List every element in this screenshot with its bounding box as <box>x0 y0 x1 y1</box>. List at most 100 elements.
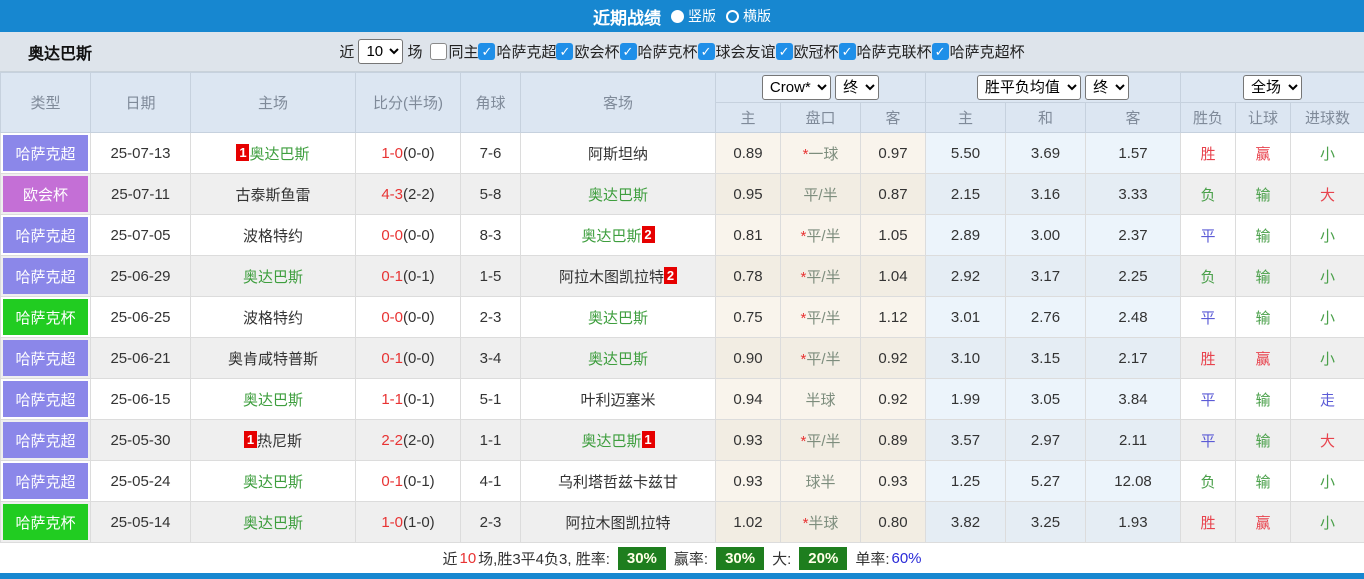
checkbox-label: 哈萨克超 <box>496 41 556 62</box>
league-filter-checkbox[interactable]: ✓欧冠杯 <box>776 41 839 62</box>
handicap-result-text: 赢 <box>1256 515 1271 532</box>
sub-handicap-result: 让球 <box>1236 103 1291 133</box>
league-cell: 哈萨克超 <box>1 420 91 461</box>
fulltime-score: 1-0 <box>381 514 403 531</box>
handicap-result: 赢 <box>1236 502 1291 543</box>
checkbox-unchecked-icon <box>430 43 447 60</box>
checkbox-checked-icon: ✓ <box>620 43 637 60</box>
radio-horizontal-layout[interactable]: 横版 <box>726 6 771 26</box>
sub-home-odds: 主 <box>716 103 781 133</box>
halftime-score: (0-0) <box>403 145 435 162</box>
handicap-result: 输 <box>1236 256 1291 297</box>
checkbox-label: 球会友谊 <box>716 41 776 62</box>
fulltime-score: 4-3 <box>381 186 403 203</box>
handicap-time-select[interactable]: 终 <box>835 75 879 100</box>
winloss-result-text: 负 <box>1201 269 1216 286</box>
away-team: 奥达巴斯 <box>521 174 716 215</box>
league-cell: 哈萨克杯 <box>1 502 91 543</box>
avg-draw-odds: 3.25 <box>1006 502 1086 543</box>
avg-away-odds: 1.93 <box>1086 502 1181 543</box>
handicap-result: 输 <box>1236 174 1291 215</box>
handicap-result: 赢 <box>1236 133 1291 174</box>
handicap-away-odds: 1.04 <box>861 256 926 297</box>
home-team: 奥达巴斯 <box>191 379 356 420</box>
goals-result: 小 <box>1291 297 1364 338</box>
handicap-away-odds: 0.87 <box>861 174 926 215</box>
goals-result: 小 <box>1291 502 1364 543</box>
away-team: 奥达巴斯 <box>521 338 716 379</box>
league-filter-checkboxes: 同主✓哈萨克超✓欧会杯✓哈萨克杯✓球会友谊✓欧冠杯✓哈萨克联杯✓哈萨克超杯 <box>430 41 1024 62</box>
winloss-result-text: 胜 <box>1201 146 1216 163</box>
league-cell: 哈萨克超 <box>1 256 91 297</box>
league-filter-checkbox[interactable]: ✓哈萨克超 <box>478 41 556 62</box>
league-badge: 哈萨克超 <box>3 135 88 171</box>
score-cell: 4-3(2-2) <box>356 174 461 215</box>
away-team-name: 奥达巴斯 <box>581 228 641 245</box>
home-team: 波格特约 <box>191 215 356 256</box>
winloss-result: 负 <box>1181 174 1236 215</box>
avg-draw-odds: 2.76 <box>1006 297 1086 338</box>
home-team: 奥达巴斯 <box>191 256 356 297</box>
avg-home-odds: 2.89 <box>926 215 1006 256</box>
league-filter-checkbox[interactable]: 同主 <box>430 41 478 62</box>
handicap-away-odds: 1.05 <box>861 215 926 256</box>
summary-count: 10 <box>459 550 476 567</box>
filter-controls: 近 10 场 同主✓哈萨克超✓欧会杯✓哈萨克杯✓球会友谊✓欧冠杯✓哈萨克联杯✓哈… <box>339 39 1024 64</box>
league-filter-checkbox[interactable]: ✓哈萨克超杯 <box>932 41 1025 62</box>
handicap-home-odds: 0.93 <box>716 420 781 461</box>
fulltime-select[interactable]: 全场 <box>1243 75 1302 100</box>
summary-text: 场,胜3平4负3, 胜率: <box>478 548 610 569</box>
score-cell: 0-0(0-0) <box>356 297 461 338</box>
checkbox-label: 哈萨克联杯 <box>857 41 932 62</box>
games-label: 场 <box>407 41 422 62</box>
league-badge: 哈萨克超 <box>3 258 88 294</box>
goals-result-text: 小 <box>1320 310 1335 327</box>
odds-time-select[interactable]: 终 <box>1085 75 1129 100</box>
avg-away-odds: 2.25 <box>1086 256 1181 297</box>
goals-result: 小 <box>1291 338 1364 379</box>
avg-draw-odds: 3.16 <box>1006 174 1086 215</box>
avg-home-odds: 1.99 <box>926 379 1006 420</box>
league-filter-checkbox[interactable]: ✓欧会杯 <box>556 41 619 62</box>
col-home: 主场 <box>191 73 356 133</box>
near-label: 近 <box>339 41 354 62</box>
handicap-home-odds: 0.94 <box>716 379 781 420</box>
match-date: 25-07-05 <box>91 215 191 256</box>
home-team: 奥肯咸特普斯 <box>191 338 356 379</box>
match-date: 25-05-14 <box>91 502 191 543</box>
checkbox-label: 欧冠杯 <box>794 41 839 62</box>
league-filter-checkbox[interactable]: ✓哈萨克联杯 <box>839 41 932 62</box>
winloss-result: 平 <box>1181 215 1236 256</box>
halftime-score: (0-1) <box>403 268 435 285</box>
filter-bar: 奥达巴斯 近 10 场 同主✓哈萨克超✓欧会杯✓哈萨克杯✓球会友谊✓欧冠杯✓哈萨… <box>0 32 1364 72</box>
col-away: 客场 <box>521 73 716 133</box>
summary-prefix: 近 <box>442 548 457 569</box>
score-cell: 1-0(1-0) <box>356 502 461 543</box>
winloss-result-text: 平 <box>1201 228 1216 245</box>
league-badge: 哈萨克杯 <box>3 299 88 335</box>
league-cell: 哈萨克超 <box>1 461 91 502</box>
league-filter-checkbox[interactable]: ✓球会友谊 <box>698 41 776 62</box>
handicap-result-text: 输 <box>1256 474 1271 491</box>
winloss-result: 平 <box>1181 420 1236 461</box>
home-team-name: 奥肯咸特普斯 <box>228 351 318 368</box>
handicap-text: 一球 <box>808 146 838 163</box>
handicap-away-odds: 0.92 <box>861 338 926 379</box>
win-label: 赢率: <box>674 548 708 569</box>
score-cell: 0-0(0-0) <box>356 215 461 256</box>
odds-type-select[interactable]: 胜平负均值 <box>977 75 1081 100</box>
checkbox-label: 哈萨克杯 <box>638 41 698 62</box>
handicap-away-odds: 1.12 <box>861 297 926 338</box>
league-filter-checkbox[interactable]: ✓哈萨克杯 <box>620 41 698 62</box>
winloss-result-text: 平 <box>1201 433 1216 450</box>
league-cell: 哈萨克杯 <box>1 297 91 338</box>
avg-away-odds: 3.33 <box>1086 174 1181 215</box>
match-count-select[interactable]: 10 <box>358 39 403 64</box>
handicap-home-odds: 0.78 <box>716 256 781 297</box>
match-row: 哈萨克超25-05-24奥达巴斯0-1(0-1)4-1乌利塔哲兹卡兹甘0.93球… <box>1 461 1364 502</box>
score-cell: 0-1(0-0) <box>356 338 461 379</box>
league-badge: 哈萨克超 <box>3 217 88 253</box>
avg-draw-odds: 3.15 <box>1006 338 1086 379</box>
radio-vertical-layout[interactable]: 竖版 <box>671 6 716 26</box>
bookmaker-select[interactable]: Crow* <box>762 75 831 100</box>
